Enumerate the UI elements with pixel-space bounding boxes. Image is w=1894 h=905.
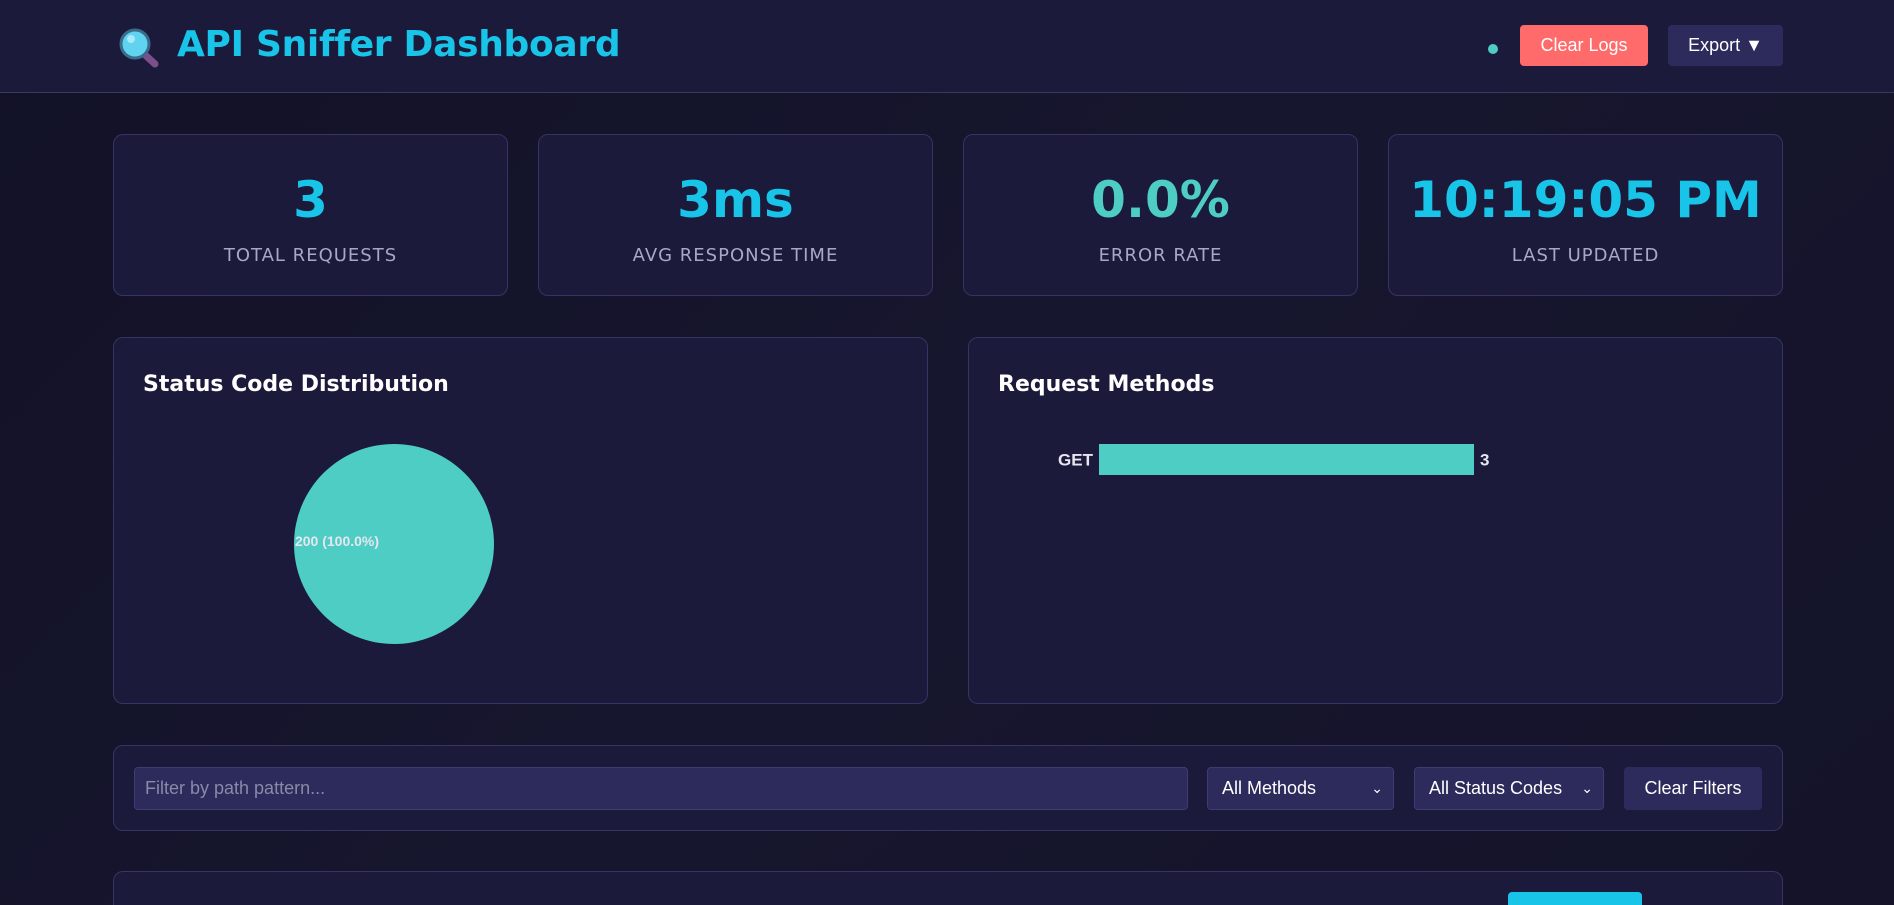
bar-category-label: GET [1058, 451, 1094, 470]
stat-label: ERROR RATE [1098, 245, 1223, 266]
connection-status-dot [1488, 44, 1498, 54]
app-title: API Sniffer Dashboard [177, 24, 621, 65]
stat-value: 0.0% [1091, 171, 1230, 229]
request-log-card [113, 871, 1783, 905]
stat-card-total-requests: 3 TOTAL REQUESTS [113, 134, 508, 296]
method-filter-value: All Methods [1222, 778, 1317, 798]
request-log-action-button[interactable] [1508, 892, 1642, 905]
request-methods-chart-card: Request Methods GET 3 [968, 337, 1783, 704]
request-methods-bar-chart: GET 3 [1058, 444, 1489, 475]
stat-label: AVG RESPONSE TIME [632, 245, 839, 266]
status-code-pie-chart: 200 (100.0%) [294, 444, 494, 644]
method-filter-select[interactable]: All Methods ⌄ [1207, 767, 1394, 810]
stat-value: 10:19:05 PM [1409, 171, 1762, 229]
stat-card-last-updated: 10:19:05 PM LAST UPDATED [1388, 134, 1783, 296]
export-button[interactable]: Export ▼ [1668, 25, 1783, 66]
filter-bar: All Methods ⌄ All Status Codes ⌄ Clear F… [113, 745, 1783, 831]
stat-card-error-rate: 0.0% ERROR RATE [963, 134, 1358, 296]
stat-value: 3 [293, 171, 328, 229]
magnifying-glass-icon [119, 28, 159, 68]
status-filter-value: All Status Codes [1429, 778, 1563, 798]
stat-label: LAST UPDATED [1511, 245, 1660, 266]
clear-logs-button[interactable]: Clear Logs [1520, 25, 1648, 66]
pie-slice-label: 200 (100.0%) [295, 533, 379, 549]
status-filter-select[interactable]: All Status Codes ⌄ [1414, 767, 1604, 810]
status-code-chart-card: Status Code Distribution 200 (100.0%) [113, 337, 928, 704]
path-filter-input[interactable] [134, 767, 1188, 810]
stat-label: TOTAL REQUESTS [223, 245, 398, 266]
bar-get [1099, 444, 1474, 475]
stat-value: 3ms [677, 171, 794, 229]
top-header: API Sniffer Dashboard Clear Logs Export … [0, 0, 1894, 93]
stat-card-avg-response: 3ms AVG RESPONSE TIME [538, 134, 933, 296]
chevron-down-icon: ⌄ [1371, 780, 1383, 796]
clear-filters-button[interactable]: Clear Filters [1624, 767, 1762, 810]
bar-value-label: 3 [1480, 451, 1489, 470]
chevron-down-icon: ⌄ [1581, 780, 1593, 796]
